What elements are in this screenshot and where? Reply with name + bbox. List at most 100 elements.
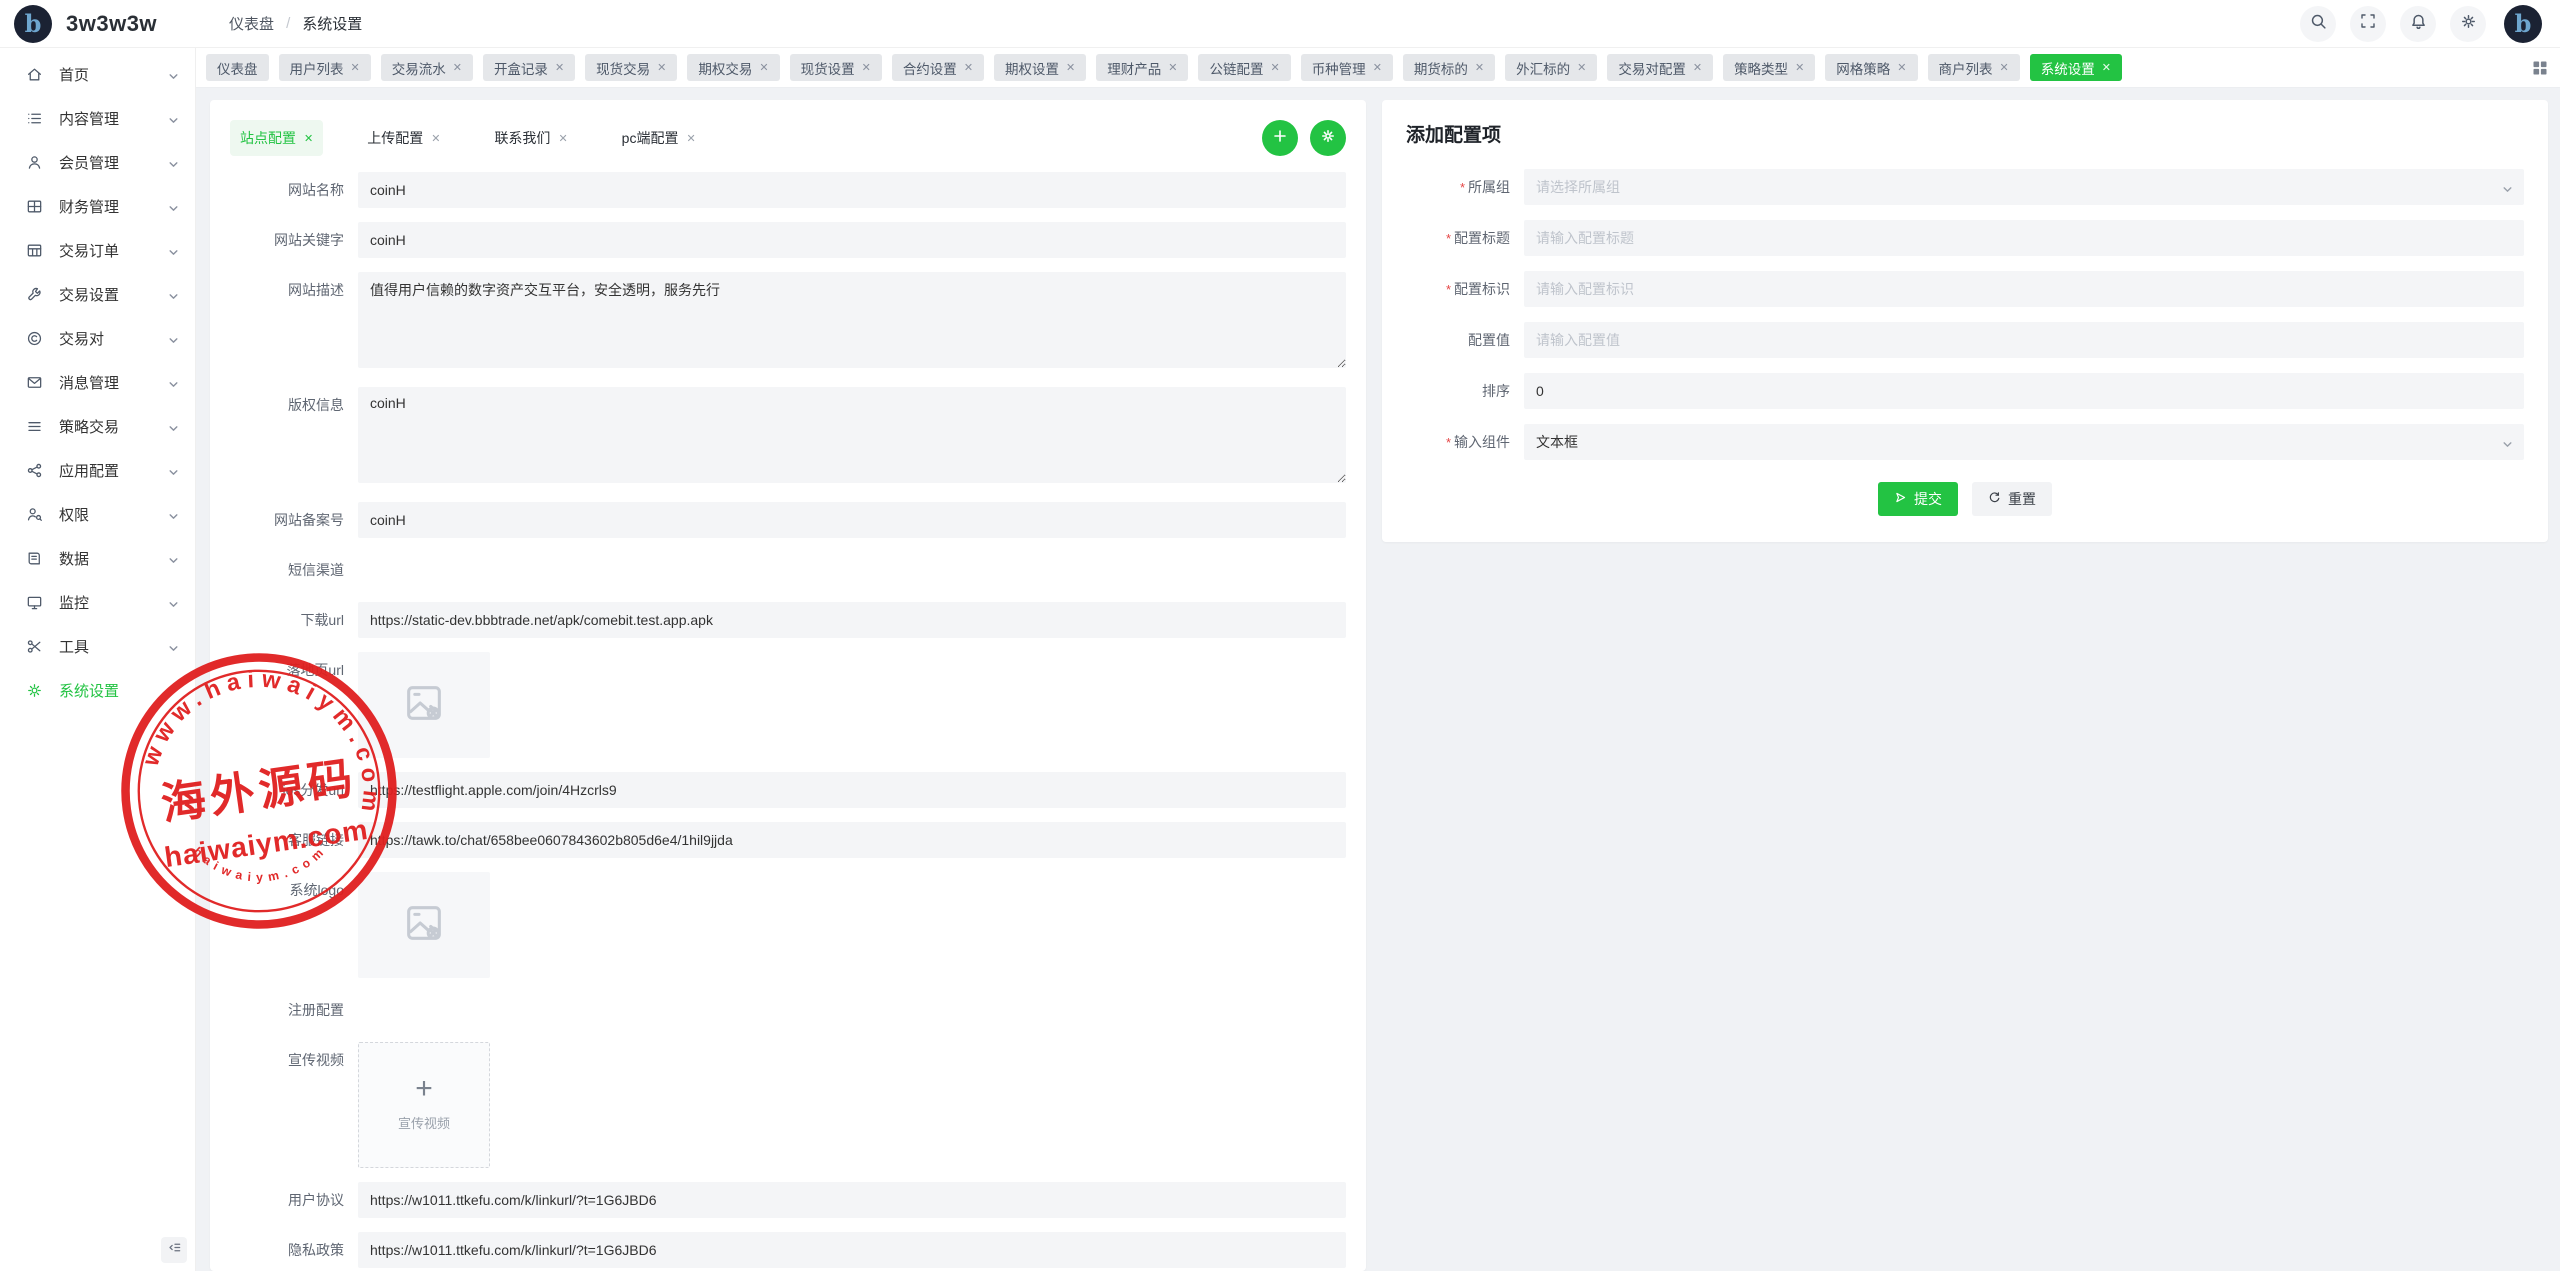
close-icon[interactable]: ✕: [304, 132, 313, 145]
top-tab[interactable]: 现货交易✕: [585, 54, 677, 81]
close-icon[interactable]: ✕: [555, 61, 564, 74]
top-tab-system-settings[interactable]: 系统设置✕: [2030, 54, 2122, 81]
sidebar-item-system-settings[interactable]: 系统设置: [0, 668, 195, 712]
top-tab[interactable]: 公链配置✕: [1198, 54, 1290, 81]
close-icon[interactable]: ✕: [1066, 61, 1075, 74]
close-icon[interactable]: ✕: [1168, 61, 1177, 74]
top-tab[interactable]: 用户列表✕: [279, 54, 371, 81]
landing-image-preview[interactable]: [358, 652, 490, 758]
reset-button[interactable]: 重置: [1972, 482, 2052, 516]
sidebar-item-strategy[interactable]: 策略交易: [0, 404, 195, 448]
submit-button[interactable]: 提交: [1878, 482, 1958, 516]
logo-image-preview[interactable]: [358, 872, 490, 978]
icp-input[interactable]: [358, 502, 1346, 538]
top-tab-dashboard[interactable]: 仪表盘: [206, 54, 269, 81]
site-name-input[interactable]: [358, 172, 1346, 208]
top-tab-label: 外汇标的: [1516, 58, 1570, 78]
close-icon[interactable]: ✕: [453, 61, 462, 74]
top-tab-label: 期权设置: [1005, 58, 1059, 78]
close-icon[interactable]: ✕: [1270, 61, 1279, 74]
top-tab[interactable]: 期货标的✕: [1403, 54, 1495, 81]
top-tab[interactable]: 交易对配置✕: [1607, 54, 1713, 81]
sidebar-item-trade-settings[interactable]: 交易设置: [0, 272, 195, 316]
close-icon[interactable]: ✕: [558, 132, 567, 145]
top-tab[interactable]: 期权交易✕: [687, 54, 779, 81]
search-button[interactable]: [2300, 6, 2336, 42]
close-icon[interactable]: ✕: [1475, 61, 1484, 74]
close-icon[interactable]: ✕: [2000, 61, 2009, 74]
tab-list-grid-icon[interactable]: [2532, 60, 2548, 81]
config-tab-contact[interactable]: 联系我们✕: [484, 120, 577, 156]
top-tab-label: 币种管理: [1312, 58, 1366, 78]
top-tab[interactable]: 商户列表✕: [1928, 54, 2020, 81]
top-tab[interactable]: 网格策略✕: [1825, 54, 1917, 81]
ios-url-input[interactable]: [358, 772, 1346, 808]
sidebar-item-tools[interactable]: 工具: [0, 624, 195, 668]
close-icon[interactable]: ✕: [1795, 61, 1804, 74]
top-tab[interactable]: 开盒记录✕: [483, 54, 575, 81]
site-description-textarea[interactable]: 值得用户信赖的数字资产交互平台，安全透明，服务先行: [358, 272, 1346, 368]
privacy-policy-input[interactable]: [358, 1232, 1346, 1268]
brand-logo[interactable]: b: [14, 5, 52, 43]
notifications-button[interactable]: [2400, 6, 2436, 42]
close-icon[interactable]: ✕: [657, 61, 666, 74]
user-avatar[interactable]: b: [2504, 5, 2542, 43]
close-icon[interactable]: ✕: [351, 61, 360, 74]
top-tab[interactable]: 策略类型✕: [1723, 54, 1815, 81]
copyright-textarea[interactable]: coinH: [358, 387, 1346, 483]
field-label: 下载url: [230, 602, 358, 638]
sidebar-item-pairs[interactable]: 交易对: [0, 316, 195, 360]
tools-icon: [26, 638, 43, 655]
input-component-select[interactable]: 文本框: [1524, 424, 2524, 460]
settings-button[interactable]: [2450, 6, 2486, 42]
download-url-input[interactable]: [358, 602, 1346, 638]
config-tab-upload[interactable]: 上传配置✕: [357, 120, 450, 156]
promo-video-upload[interactable]: + 宣传视频: [358, 1042, 490, 1168]
top-tab[interactable]: 交易流水✕: [381, 54, 473, 81]
sidebar-item-orders[interactable]: 交易订单: [0, 228, 195, 272]
close-icon[interactable]: ✕: [1693, 61, 1702, 74]
sidebar-item-label: 交易设置: [59, 284, 168, 305]
field-label: 宣传视频: [230, 1042, 358, 1078]
sidebar-item-monitor[interactable]: 监控: [0, 580, 195, 624]
close-icon[interactable]: ✕: [1577, 61, 1586, 74]
close-icon[interactable]: ✕: [2102, 61, 2111, 74]
top-tab[interactable]: 期权设置 ✕: [994, 54, 1086, 81]
config-tab-site[interactable]: 站点配置✕: [230, 120, 323, 156]
fullscreen-button[interactable]: [2350, 6, 2386, 42]
close-icon[interactable]: ✕: [759, 61, 768, 74]
sidebar-item-home[interactable]: 首页: [0, 52, 195, 96]
user-agreement-input[interactable]: [358, 1182, 1346, 1218]
close-icon[interactable]: ✕: [431, 132, 440, 145]
sidebar-item-messages[interactable]: 消息管理: [0, 360, 195, 404]
sidebar-item-label: 系统设置: [59, 680, 179, 701]
config-tab-pc[interactable]: pc端配置✕: [612, 120, 706, 156]
close-icon[interactable]: ✕: [1897, 61, 1906, 74]
top-tab[interactable]: 理财产品✕: [1096, 54, 1188, 81]
top-tab[interactable]: 外汇标的 ✕: [1505, 54, 1597, 81]
sidebar-item-permission[interactable]: 权限: [0, 492, 195, 536]
sidebar-item-data[interactable]: 数据: [0, 536, 195, 580]
close-icon[interactable]: ✕: [964, 61, 973, 74]
close-icon[interactable]: ✕: [686, 132, 695, 145]
top-tab[interactable]: 币种管理 ✕: [1301, 54, 1393, 81]
sidebar-item-finance[interactable]: 财务管理: [0, 184, 195, 228]
close-icon[interactable]: ✕: [1373, 61, 1382, 74]
breadcrumb-item-dashboard[interactable]: 仪表盘: [229, 13, 274, 34]
sort-input[interactable]: [1524, 373, 2524, 409]
add-group-button[interactable]: [1262, 120, 1298, 156]
sidebar-collapse-button[interactable]: [161, 1237, 187, 1263]
sidebar-item-content[interactable]: 内容管理: [0, 96, 195, 140]
group-settings-button[interactable]: [1310, 120, 1346, 156]
sidebar-item-app-config[interactable]: 应用配置: [0, 448, 195, 492]
top-tab[interactable]: 现货设置✕: [790, 54, 882, 81]
config-key-input[interactable]: [1524, 271, 2524, 307]
service-link-input[interactable]: [358, 822, 1346, 858]
top-tab[interactable]: 合约设置✕: [892, 54, 984, 81]
group-select[interactable]: 请选择所属组: [1524, 169, 2524, 205]
config-title-input[interactable]: [1524, 220, 2524, 256]
config-value-input[interactable]: [1524, 322, 2524, 358]
sidebar-item-member[interactable]: 会员管理: [0, 140, 195, 184]
site-keywords-input[interactable]: [358, 222, 1346, 258]
close-icon[interactable]: ✕: [862, 61, 871, 74]
